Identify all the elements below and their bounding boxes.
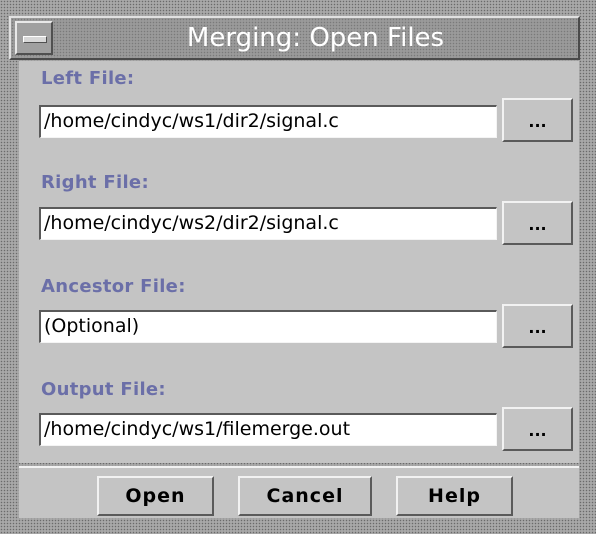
left-file-browse-button[interactable]: ... xyxy=(502,98,573,142)
left-file-input[interactable]: /home/cindyc/ws1/dir2/signal.c xyxy=(39,105,497,138)
dialog-content: Left File: /home/cindyc/ws1/dir2/signal.… xyxy=(19,61,579,463)
cancel-button[interactable]: Cancel xyxy=(238,476,372,516)
output-file-label: Output File: xyxy=(41,379,166,400)
window-menu-icon xyxy=(23,36,47,43)
title-bar[interactable]: Merging: Open Files xyxy=(9,16,580,60)
left-file-label: Left File: xyxy=(41,68,135,89)
ancestor-file-browse-button[interactable]: ... xyxy=(502,304,573,348)
ancestor-file-label: Ancestor File: xyxy=(41,276,186,297)
window-menu-button[interactable] xyxy=(15,21,53,55)
right-file-input[interactable]: /home/cindyc/ws2/dir2/signal.c xyxy=(39,207,497,240)
output-file-input[interactable]: /home/cindyc/ws1/filemerge.out xyxy=(39,413,497,446)
button-bar: Open Cancel Help xyxy=(19,466,579,518)
window-title: Merging: Open Files xyxy=(186,23,445,53)
dialog-window: Merging: Open Files Left File: /home/cin… xyxy=(0,0,596,534)
open-button[interactable]: Open xyxy=(97,476,214,516)
right-file-browse-button[interactable]: ... xyxy=(502,201,573,245)
help-button[interactable]: Help xyxy=(396,476,513,516)
output-file-browse-button[interactable]: ... xyxy=(502,407,573,451)
ancestor-file-input[interactable]: (Optional) xyxy=(39,310,497,343)
right-file-label: Right File: xyxy=(41,172,149,193)
